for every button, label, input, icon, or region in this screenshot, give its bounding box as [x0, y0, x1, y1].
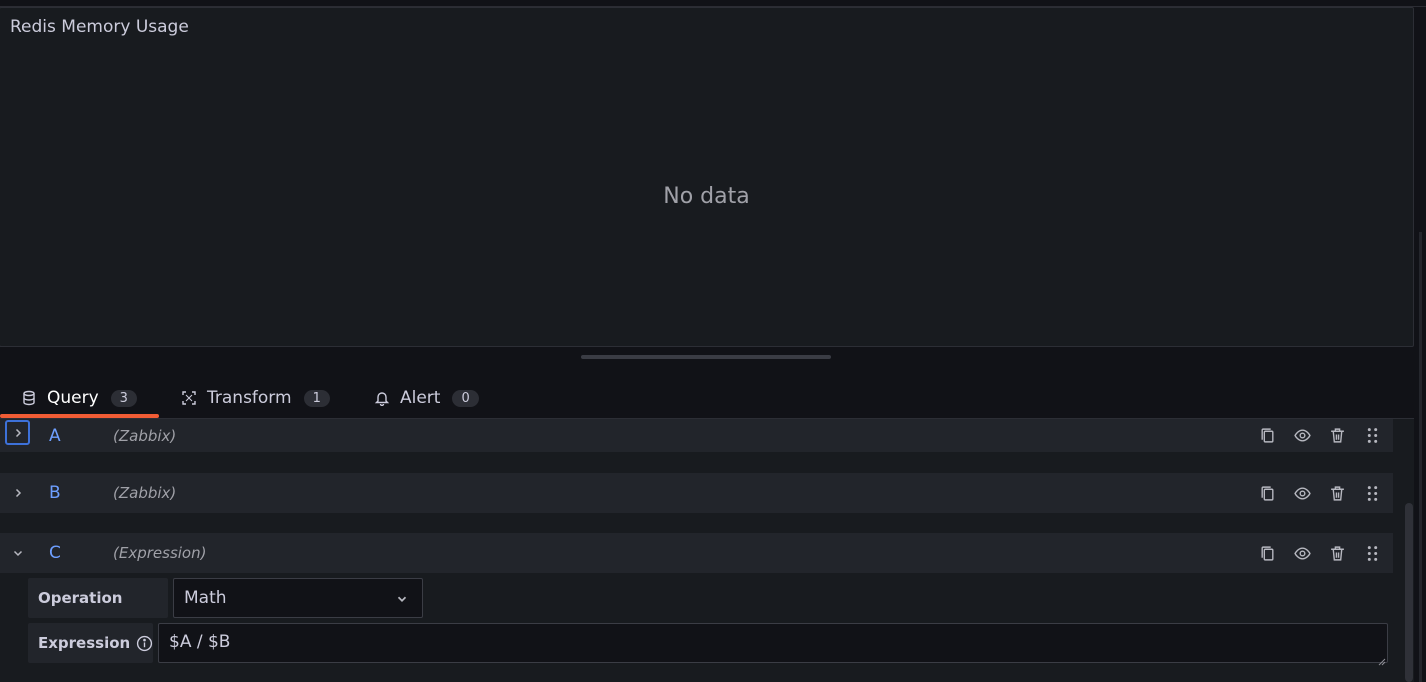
query-row-a[interactable]: A (Zabbix) — [0, 419, 1393, 452]
chevron-right-icon[interactable] — [5, 480, 30, 505]
database-icon — [20, 389, 38, 407]
operation-select[interactable]: Math — [173, 578, 423, 618]
tab-query-label: Query — [47, 388, 99, 408]
panel-title: Redis Memory Usage — [10, 17, 189, 37]
query-row-b[interactable]: B (Zabbix) — [0, 473, 1393, 513]
tab-alert-label: Alert — [400, 388, 441, 408]
editor-tabs: Query 3 Transform 1 Alert 0 — [0, 377, 1426, 419]
operation-select-value: Math — [184, 588, 227, 608]
trash-icon[interactable] — [1328, 484, 1346, 502]
chevron-down-icon — [395, 591, 409, 605]
operation-label: Operation — [28, 578, 168, 618]
tab-alert[interactable]: Alert 0 — [373, 377, 479, 419]
trash-icon[interactable] — [1328, 544, 1346, 562]
pane-splitter-handle[interactable] — [581, 355, 831, 359]
panel-preview: Redis Memory Usage No data — [0, 7, 1414, 347]
drag-handle-icon[interactable] — [1363, 427, 1381, 445]
eye-icon[interactable] — [1293, 544, 1311, 562]
top-strip — [0, 0, 1426, 7]
resize-grip-icon[interactable] — [1376, 651, 1386, 666]
copy-icon[interactable] — [1258, 484, 1276, 502]
chevron-right-icon[interactable] — [5, 420, 30, 445]
page-scrollbar-track — [1419, 232, 1422, 682]
no-data-message: No data — [663, 184, 750, 209]
query-datasource: (Zabbix) — [113, 484, 177, 502]
transform-icon — [180, 389, 198, 407]
query-ref-label: B — [49, 483, 61, 503]
trash-icon[interactable] — [1328, 427, 1346, 445]
query-ref-label: A — [49, 425, 61, 446]
bell-icon — [373, 389, 391, 407]
query-datasource: (Expression) — [113, 544, 207, 562]
drag-handle-icon[interactable] — [1363, 484, 1381, 502]
eye-icon[interactable] — [1293, 427, 1311, 445]
eye-icon[interactable] — [1293, 484, 1311, 502]
tab-transform-count: 1 — [303, 389, 330, 407]
operation-label-text: Operation — [38, 589, 123, 607]
copy-icon[interactable] — [1258, 427, 1276, 445]
query-row-c[interactable]: C (Expression) — [0, 533, 1393, 573]
info-icon[interactable] — [136, 635, 153, 652]
tab-alert-count: 0 — [452, 389, 479, 407]
tab-query[interactable]: Query 3 — [20, 377, 137, 419]
expression-label: Expression — [28, 623, 153, 663]
query-ref-label: C — [49, 543, 61, 563]
expression-label-text: Expression — [38, 634, 131, 652]
drag-handle-icon[interactable] — [1363, 544, 1381, 562]
copy-icon[interactable] — [1258, 544, 1276, 562]
query-datasource: (Zabbix) — [113, 426, 177, 445]
tab-transform-label: Transform — [207, 388, 292, 408]
query-scrollbar[interactable] — [1405, 503, 1413, 682]
tab-transform[interactable]: Transform 1 — [180, 377, 330, 419]
tab-query-count: 3 — [110, 389, 137, 407]
expression-input[interactable]: $A / $B — [158, 623, 1388, 663]
chevron-down-icon[interactable] — [5, 540, 30, 565]
